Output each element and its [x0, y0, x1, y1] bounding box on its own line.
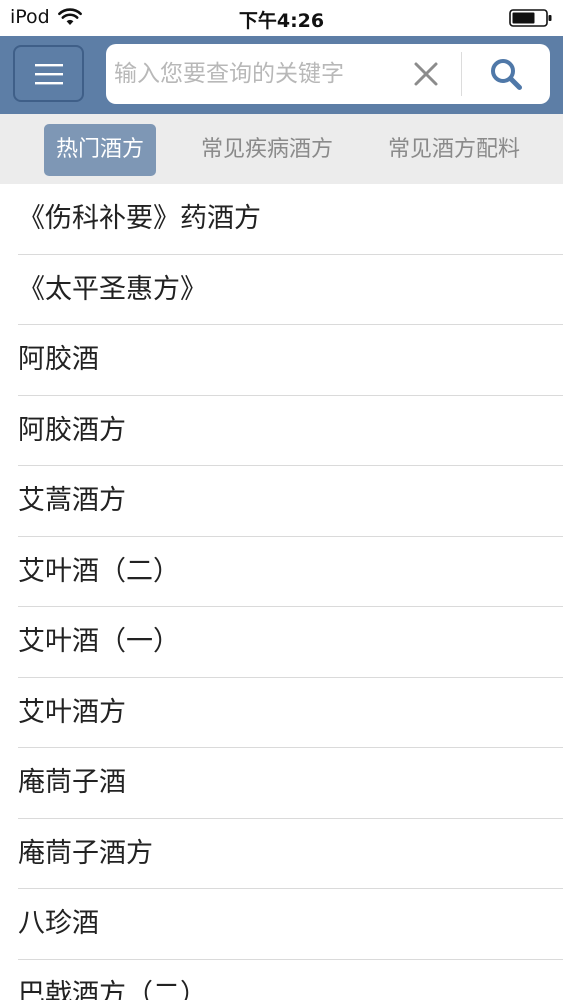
- list-item[interactable]: 庵茼子酒方: [0, 819, 563, 889]
- search-icon: [491, 59, 522, 90]
- header-bar: [0, 36, 563, 114]
- tab-bar: 热门酒方 常见疾病酒方 常见酒方配料: [0, 114, 563, 184]
- list-item[interactable]: 艾叶酒（二）: [0, 537, 563, 607]
- list-item-label: 阿胶酒: [18, 344, 99, 375]
- search-box: [106, 44, 550, 104]
- list-item[interactable]: 巴戟酒方（二）: [0, 960, 563, 1000]
- list-item-label: 庵茼子酒方: [18, 837, 153, 869]
- clear-search-button[interactable]: [406, 56, 446, 92]
- tab-common-disease-recipes[interactable]: 常见疾病酒方: [188, 124, 346, 176]
- list-item[interactable]: 八珍酒: [0, 889, 563, 960]
- list-item-label: 艾叶酒方: [18, 696, 126, 728]
- list-item-label: 《伤科补要》药酒方: [18, 203, 261, 234]
- battery-icon: [509, 9, 553, 27]
- status-bar: iPod 下午4:26: [0, 0, 563, 36]
- list-item-label: 艾叶酒（二）: [18, 555, 180, 587]
- list-item-label: 艾叶酒（一）: [18, 626, 180, 657]
- list-item[interactable]: 《伤科补要》药酒方: [0, 184, 563, 255]
- search-input[interactable]: [114, 54, 396, 94]
- list-item[interactable]: 《太平圣惠方》: [0, 255, 563, 325]
- list-item-label: 庵茼子酒: [18, 767, 126, 798]
- list-item[interactable]: 庵茼子酒: [0, 748, 563, 819]
- list-item-label: 阿胶酒方: [18, 414, 126, 446]
- list-item[interactable]: 艾蒿酒方: [0, 466, 563, 537]
- list-item-label: 巴戟酒方（二）: [18, 978, 207, 1000]
- list-item[interactable]: 艾叶酒（一）: [0, 607, 563, 678]
- menu-button[interactable]: [13, 45, 84, 102]
- recipe-list: 《伤科补要》药酒方 《太平圣惠方》 阿胶酒 阿胶酒方 艾蒿酒方 艾叶酒（二） 艾…: [0, 184, 563, 1000]
- list-item-label: 艾蒿酒方: [18, 485, 126, 516]
- list-item[interactable]: 阿胶酒: [0, 325, 563, 396]
- list-item-label: 八珍酒: [18, 908, 99, 939]
- list-item[interactable]: 阿胶酒方: [0, 396, 563, 466]
- status-time: 下午4:26: [238, 10, 325, 32]
- search-divider: [461, 52, 462, 96]
- tab-common-recipe-ingredients[interactable]: 常见酒方配料: [374, 124, 534, 176]
- tab-popular-recipes[interactable]: 热门酒方: [44, 124, 156, 176]
- search-button[interactable]: [472, 50, 540, 98]
- list-item[interactable]: 艾叶酒方: [0, 678, 563, 748]
- list-item-label: 《太平圣惠方》: [18, 273, 207, 305]
- app-screen: iPod 下午4:26 输入您要查询的关键字 热门酒方 常见疾病酒方 常见酒方配…: [0, 0, 563, 1000]
- hamburger-menu-icon: [34, 63, 63, 84]
- close-icon: [414, 62, 438, 86]
